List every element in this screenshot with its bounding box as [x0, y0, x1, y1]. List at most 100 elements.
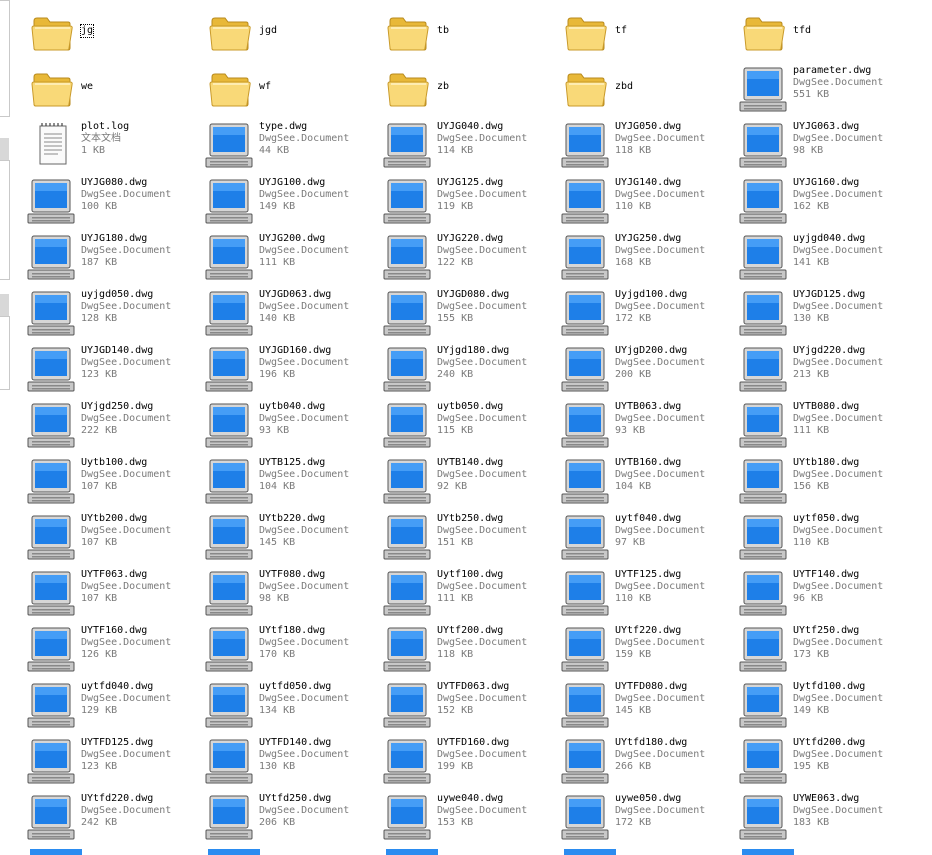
- file-name: UYjgd250.dwg: [81, 401, 154, 412]
- file-item[interactable]: type.dwg DwgSee.Document 44 KB: [204, 118, 382, 174]
- file-item[interactable]: UYTF080.dwg DwgSee.Document 98 KB: [204, 566, 382, 622]
- file-item[interactable]: UYtfd200.dwg DwgSee.Document 195 KB: [738, 734, 916, 790]
- file-item[interactable]: uytfd040.dwg DwgSee.Document 129 KB: [26, 678, 204, 734]
- folder-item[interactable]: tf: [560, 6, 738, 62]
- item-label: type.dwg DwgSee.Document 44 KB: [259, 121, 379, 157]
- task-pane-header[interactable]: [0, 294, 9, 316]
- file-item[interactable]: UYjgd180.dwg DwgSee.Document 240 KB: [382, 342, 560, 398]
- item-label: UYtb220.dwg DwgSee.Document 145 KB: [259, 513, 379, 549]
- file-type: DwgSee.Document: [793, 189, 884, 200]
- task-pane-header[interactable]: [0, 138, 9, 160]
- file-item[interactable]: parameter.dwg DwgSee.Document 551 KB: [738, 62, 916, 118]
- file-item[interactable]: UYTFD140.dwg DwgSee.Document 130 KB: [204, 734, 382, 790]
- file-size: 149 KB: [793, 705, 830, 716]
- file-item[interactable]: UYTF063.dwg DwgSee.Document 107 KB: [26, 566, 204, 622]
- computer-monitor-icon: [204, 626, 256, 676]
- file-item[interactable]: UYTFD063.dwg DwgSee.Document 152 KB: [382, 678, 560, 734]
- file-item[interactable]: UYTB063.dwg DwgSee.Document 93 KB: [560, 398, 738, 454]
- file-item[interactable]: UYJG200.dwg DwgSee.Document 111 KB: [204, 230, 382, 286]
- file-item[interactable]: uytfd050.dwg DwgSee.Document 134 KB: [204, 678, 382, 734]
- file-item[interactable]: UYTF140.dwg DwgSee.Document 96 KB: [738, 566, 916, 622]
- item-label: zbd: [615, 81, 735, 93]
- file-item[interactable]: UYJG080.dwg DwgSee.Document 100 KB: [26, 174, 204, 230]
- file-item[interactable]: uyjgd050.dwg DwgSee.Document 128 KB: [26, 286, 204, 342]
- file-name: plot.log: [81, 121, 130, 132]
- folder-item[interactable]: we: [26, 62, 204, 118]
- file-item[interactable]: UYjgd220.dwg DwgSee.Document 213 KB: [738, 342, 916, 398]
- file-item[interactable]: Uyjgd100.dwg DwgSee.Document 172 KB: [560, 286, 738, 342]
- folder-item[interactable]: tb: [382, 6, 560, 62]
- file-name: zb: [437, 81, 450, 92]
- computer-monitor-icon: [382, 682, 434, 732]
- file-item[interactable]: UYJGD063.dwg DwgSee.Document 140 KB: [204, 286, 382, 342]
- file-item[interactable]: UYJGD160.dwg DwgSee.Document 196 KB: [204, 342, 382, 398]
- file-item[interactable]: UYJG040.dwg DwgSee.Document 114 KB: [382, 118, 560, 174]
- file-item[interactable]: UYJG250.dwg DwgSee.Document 168 KB: [560, 230, 738, 286]
- folder-item[interactable]: jg: [26, 6, 204, 62]
- item-label: UYtfd180.dwg DwgSee.Document 266 KB: [615, 737, 735, 773]
- file-item[interactable]: uywe050.dwg DwgSee.Document 172 KB: [560, 790, 738, 846]
- computer-monitor-icon: [26, 178, 78, 228]
- file-item[interactable]: UYtfd180.dwg DwgSee.Document 266 KB: [560, 734, 738, 790]
- file-item[interactable]: UYtb180.dwg DwgSee.Document 156 KB: [738, 454, 916, 510]
- file-item[interactable]: UYTB140.dwg DwgSee.Document 92 KB: [382, 454, 560, 510]
- file-item[interactable]: UYJG063.dwg DwgSee.Document 98 KB: [738, 118, 916, 174]
- file-item[interactable]: UYjgD200.dwg DwgSee.Document 200 KB: [560, 342, 738, 398]
- file-item[interactable]: UYTB080.dwg DwgSee.Document 111 KB: [738, 398, 916, 454]
- file-item[interactable]: UYJG125.dwg DwgSee.Document 119 KB: [382, 174, 560, 230]
- file-item[interactable]: UYtb220.dwg DwgSee.Document 145 KB: [204, 510, 382, 566]
- file-item[interactable]: UYtb200.dwg DwgSee.Document 107 KB: [26, 510, 204, 566]
- item-label: UYJG160.dwg DwgSee.Document 162 KB: [793, 177, 913, 213]
- computer-monitor-icon: [26, 234, 78, 284]
- file-item[interactable]: uytb050.dwg DwgSee.Document 115 KB: [382, 398, 560, 454]
- file-name: UYtf250.dwg: [793, 625, 860, 636]
- file-item[interactable]: uytf040.dwg DwgSee.Document 97 KB: [560, 510, 738, 566]
- file-item[interactable]: UYWE063.dwg DwgSee.Document 183 KB: [738, 790, 916, 846]
- item-label: UYJG140.dwg DwgSee.Document 110 KB: [615, 177, 735, 213]
- file-item[interactable]: UYTB160.dwg DwgSee.Document 104 KB: [560, 454, 738, 510]
- file-item[interactable]: Uytf100.dwg DwgSee.Document 111 KB: [382, 566, 560, 622]
- file-type: DwgSee.Document: [615, 525, 706, 536]
- file-item[interactable]: UYTF160.dwg DwgSee.Document 126 KB: [26, 622, 204, 678]
- folder-icon: [30, 10, 82, 60]
- file-item[interactable]: uywe040.dwg DwgSee.Document 153 KB: [382, 790, 560, 846]
- file-item[interactable]: UYtf250.dwg DwgSee.Document 173 KB: [738, 622, 916, 678]
- item-label: UYJG063.dwg DwgSee.Document 98 KB: [793, 121, 913, 157]
- file-item[interactable]: Uytb100.dwg DwgSee.Document 107 KB: [26, 454, 204, 510]
- folder-item[interactable]: jgd: [204, 6, 382, 62]
- folder-item[interactable]: zbd: [560, 62, 738, 118]
- file-item[interactable]: UYtb250.dwg DwgSee.Document 151 KB: [382, 510, 560, 566]
- file-item[interactable]: Uytfd100.dwg DwgSee.Document 149 KB: [738, 678, 916, 734]
- file-item[interactable]: UYJG160.dwg DwgSee.Document 162 KB: [738, 174, 916, 230]
- file-item[interactable]: UYtfd220.dwg DwgSee.Document 242 KB: [26, 790, 204, 846]
- file-type: DwgSee.Document: [81, 301, 172, 312]
- file-item[interactable]: UYJGD125.dwg DwgSee.Document 130 KB: [738, 286, 916, 342]
- file-item[interactable]: UYJGD140.dwg DwgSee.Document 123 KB: [26, 342, 204, 398]
- file-item[interactable]: UYtfd250.dwg DwgSee.Document 206 KB: [204, 790, 382, 846]
- file-item[interactable]: UYJG100.dwg DwgSee.Document 149 KB: [204, 174, 382, 230]
- folder-item[interactable]: zb: [382, 62, 560, 118]
- file-item[interactable]: uytb040.dwg DwgSee.Document 93 KB: [204, 398, 382, 454]
- file-item[interactable]: UYTF125.dwg DwgSee.Document 110 KB: [560, 566, 738, 622]
- file-item[interactable]: UYtf180.dwg DwgSee.Document 170 KB: [204, 622, 382, 678]
- file-item[interactable]: UYTFD160.dwg DwgSee.Document 199 KB: [382, 734, 560, 790]
- file-item[interactable]: UYtf220.dwg DwgSee.Document 159 KB: [560, 622, 738, 678]
- file-item[interactable]: UYJG180.dwg DwgSee.Document 187 KB: [26, 230, 204, 286]
- file-item[interactable]: UYTFD125.dwg DwgSee.Document 123 KB: [26, 734, 204, 790]
- computer-monitor-icon: [738, 66, 790, 116]
- file-item[interactable]: UYjgd250.dwg DwgSee.Document 222 KB: [26, 398, 204, 454]
- file-item[interactable]: UYJG140.dwg DwgSee.Document 110 KB: [560, 174, 738, 230]
- file-item[interactable]: plot.log 文本文档 1 KB: [26, 118, 204, 174]
- file-item[interactable]: uyjgd040.dwg DwgSee.Document 141 KB: [738, 230, 916, 286]
- file-item[interactable]: UYTFD080.dwg DwgSee.Document 145 KB: [560, 678, 738, 734]
- file-item[interactable]: UYJG220.dwg DwgSee.Document 122 KB: [382, 230, 560, 286]
- file-item[interactable]: UYtf200.dwg DwgSee.Document 118 KB: [382, 622, 560, 678]
- file-size: 551 KB: [793, 89, 830, 100]
- item-label: UYJG080.dwg DwgSee.Document 100 KB: [81, 177, 201, 213]
- file-item[interactable]: UYTB125.dwg DwgSee.Document 104 KB: [204, 454, 382, 510]
- file-item[interactable]: UYJGD080.dwg DwgSee.Document 155 KB: [382, 286, 560, 342]
- file-item[interactable]: uytf050.dwg DwgSee.Document 110 KB: [738, 510, 916, 566]
- folder-item[interactable]: tfd: [738, 6, 916, 62]
- file-item[interactable]: UYJG050.dwg DwgSee.Document 118 KB: [560, 118, 738, 174]
- folder-item[interactable]: wf: [204, 62, 382, 118]
